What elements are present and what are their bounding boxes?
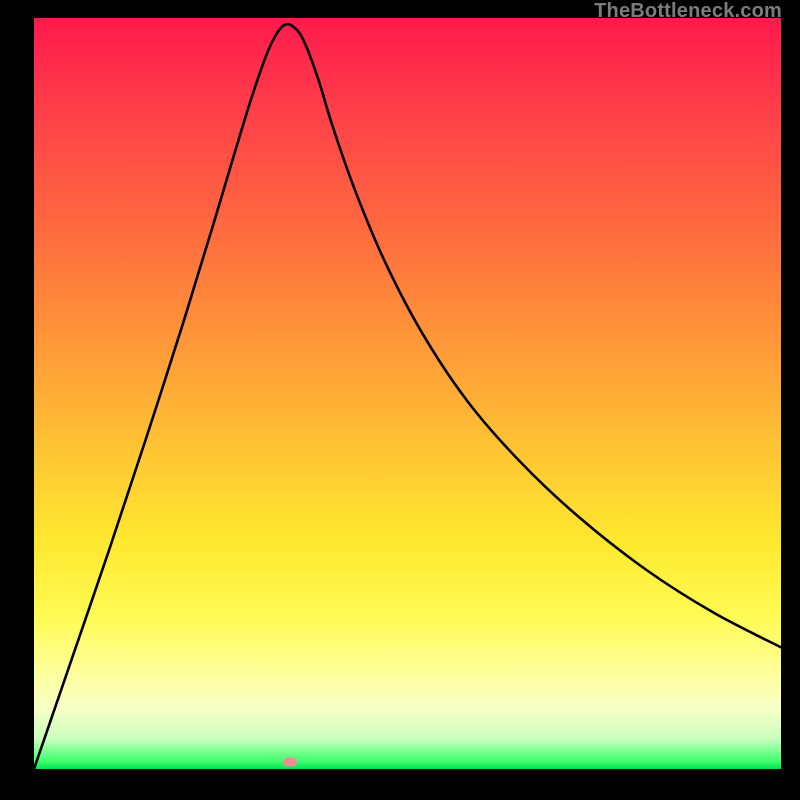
chart-frame: TheBottleneck.com (0, 0, 800, 800)
plot-area (34, 18, 781, 769)
curve-path (34, 24, 781, 769)
optimal-point-marker (283, 758, 297, 767)
bottleneck-curve (34, 18, 781, 769)
